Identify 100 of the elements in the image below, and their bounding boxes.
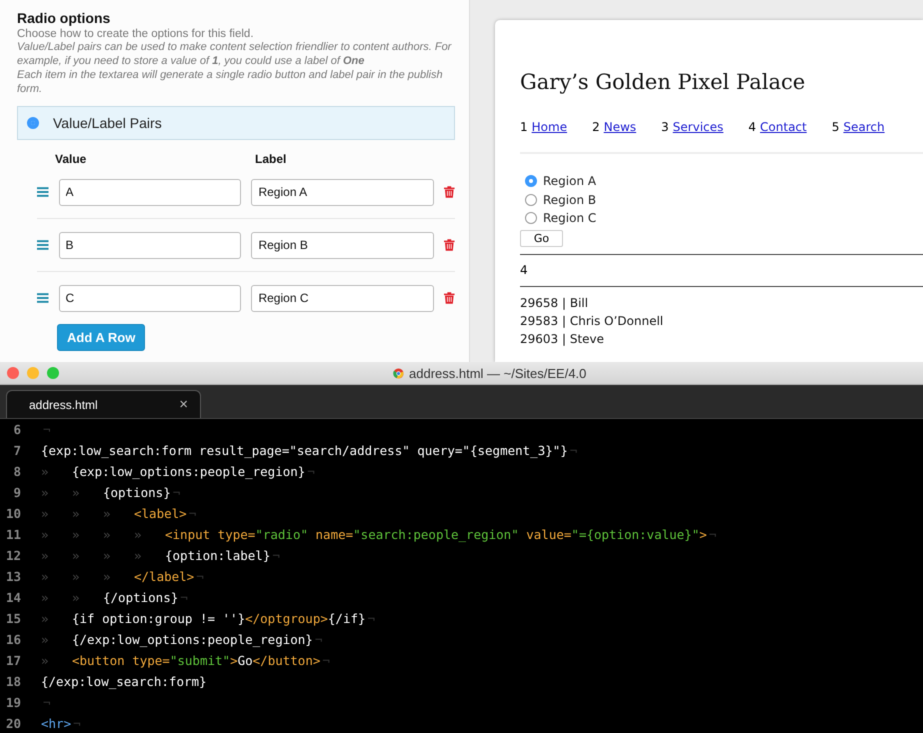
line-end-mark: ¬: [314, 632, 322, 647]
code-text: {/if}: [328, 611, 366, 626]
indent-guide: »: [103, 527, 112, 542]
trash-icon[interactable]: [444, 186, 455, 198]
code-text: {if option:group != ''}: [72, 611, 246, 626]
indent-guide: »: [41, 527, 50, 542]
line-number: 18: [4, 674, 21, 689]
line-end-mark: ¬: [180, 590, 188, 605]
code-text: "={option:value}": [571, 527, 700, 542]
indent-guide: »: [103, 506, 112, 521]
go-button[interactable]: Go: [520, 230, 563, 246]
label-field[interactable]: Region A: [251, 178, 434, 206]
radio-button[interactable]: [525, 212, 537, 224]
indent-guide: »: [41, 632, 50, 647]
nav-number: 1: [520, 120, 528, 134]
file-tab[interactable]: address.html ×: [6, 390, 201, 418]
close-window-icon[interactable]: [7, 367, 19, 379]
line-end-mark: ¬: [322, 653, 330, 668]
result-item: 29603 | Steve: [520, 330, 606, 348]
radio-button[interactable]: [525, 194, 537, 206]
code-text: Go: [238, 653, 253, 668]
nav-number: 2: [592, 120, 600, 134]
line-end-mark: ¬: [172, 485, 180, 500]
code-text: value=: [525, 527, 572, 542]
result-item: 29583 | Chris O’Donnell: [520, 312, 664, 330]
indent-guide: »: [134, 548, 143, 563]
indent-guide: »: [41, 590, 50, 605]
trash-icon[interactable]: [444, 239, 455, 251]
section-note: Each item in the textarea will generate a single radio button and label pair in the publish form.: [17, 68, 444, 96]
nav-number: 4: [748, 120, 756, 134]
radio-button[interactable]: [525, 175, 537, 188]
value-field[interactable]: B: [58, 232, 242, 258]
line-end-mark: ¬: [43, 695, 51, 710]
line-number: 13: [4, 569, 21, 584]
indent-guide: »: [103, 569, 112, 584]
indent-guide: »: [41, 506, 50, 521]
code-text: {options}: [103, 485, 171, 500]
line-number: 12: [4, 548, 21, 563]
line-number: 8: [12, 464, 21, 479]
code-text: name=: [314, 527, 354, 542]
indent-guide: »: [103, 548, 112, 563]
radio-label: Region A: [543, 174, 596, 188]
code-text: <label>: [134, 506, 187, 521]
code-text: <input type=: [165, 527, 256, 542]
code-text: "search:people_region": [353, 527, 519, 542]
line-number: 19: [4, 695, 21, 710]
line-end-mark: ¬: [196, 569, 204, 584]
radio-label: Region C: [543, 211, 596, 226]
trash-icon[interactable]: [444, 292, 455, 304]
line-number: 10: [4, 506, 21, 521]
indent-guide: »: [41, 653, 50, 668]
line-number: 6: [12, 422, 21, 437]
indent-guide: »: [41, 611, 50, 626]
line-end-mark: ¬: [272, 548, 280, 563]
code-text: {/exp:low_search:form}: [41, 674, 207, 689]
drag-handle-icon[interactable]: [37, 187, 49, 197]
indent-guide: »: [72, 485, 81, 500]
zoom-window-icon[interactable]: [47, 367, 59, 379]
line-end-mark: ¬: [43, 422, 51, 437]
line-end-mark: ¬: [708, 527, 716, 542]
indent-guide: »: [72, 527, 81, 542]
nav-link[interactable]: Home: [532, 120, 568, 134]
indent-guide: »: [41, 485, 50, 500]
value-field[interactable]: C: [58, 284, 242, 312]
line-end-mark: ¬: [73, 716, 81, 731]
nav-link[interactable]: Search: [843, 120, 885, 134]
browser-file-icon: [393, 368, 404, 378]
code-text: >: [699, 527, 707, 542]
indent-guide: »: [72, 569, 81, 584]
indent-guide: »: [41, 569, 50, 584]
drag-handle-icon[interactable]: [37, 293, 49, 303]
line-number: 14: [4, 590, 21, 605]
window-title: address.html — ~/Sites/EE/4.0: [409, 366, 586, 380]
code-text: "submit": [170, 653, 230, 668]
line-number: 15: [4, 611, 21, 626]
radio-label: Region B: [543, 192, 596, 207]
site-title: Gary’s Golden Pixel Palace: [520, 70, 806, 94]
close-tab-button[interactable]: ×: [179, 396, 188, 413]
line-number: 20: [4, 716, 21, 731]
label-field[interactable]: Region C: [251, 284, 434, 312]
choice-option[interactable]: Value/Label Pairs: [17, 106, 455, 140]
code-text: {exp:low_search:form result_page="search/address" query="{segment_3}"}: [41, 443, 568, 458]
code-text: >: [230, 653, 238, 668]
nav-number: 5: [832, 120, 840, 134]
code-text: </label>: [134, 569, 194, 584]
section-hint: Choose how to create the options for this field.: [17, 28, 255, 40]
nav-link[interactable]: Contact: [760, 120, 807, 134]
indent-guide: »: [72, 506, 81, 521]
code-text: <hr>: [41, 716, 72, 731]
drag-handle-icon[interactable]: [37, 240, 49, 250]
column-header: Label: [255, 152, 288, 166]
code-text: <button type=: [72, 653, 170, 668]
radio-button[interactable]: [27, 117, 39, 129]
line-number: 17: [4, 653, 21, 668]
nav-link[interactable]: News: [604, 120, 636, 134]
value-field[interactable]: A: [58, 178, 242, 206]
indent-guide: »: [41, 464, 50, 479]
nav-link[interactable]: Services: [672, 120, 724, 134]
label-field[interactable]: Region B: [251, 232, 434, 258]
indent-guide: »: [134, 527, 143, 542]
